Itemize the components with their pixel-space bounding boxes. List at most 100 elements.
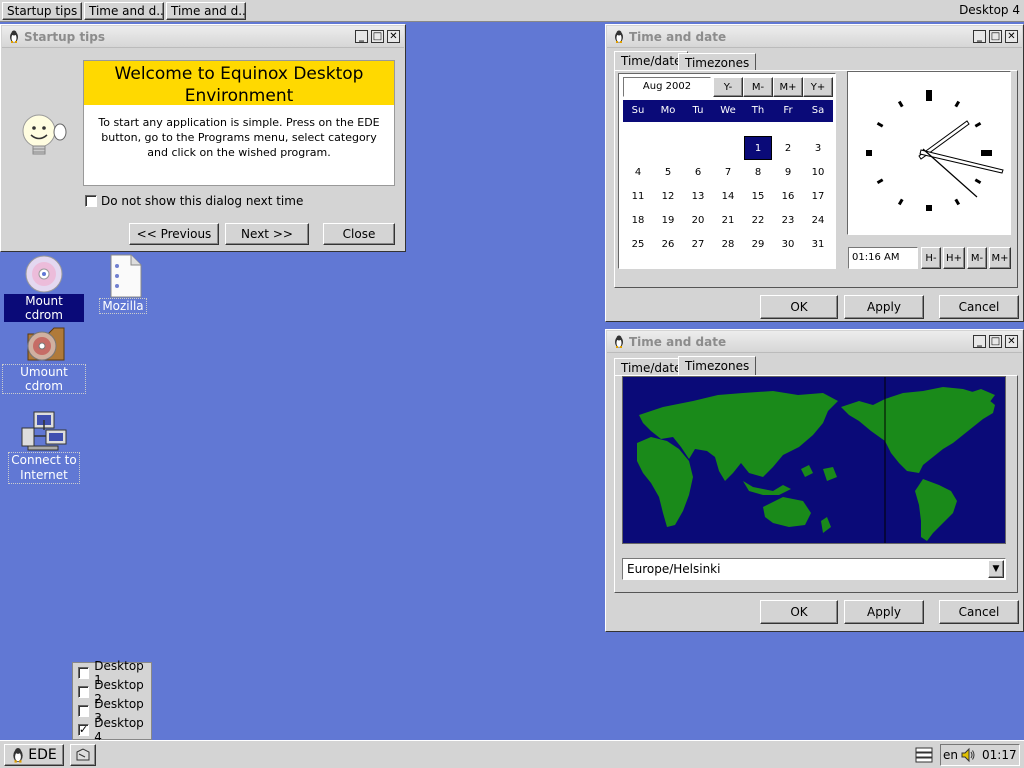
network-icon <box>21 411 67 451</box>
close-window-button[interactable]: ✕ <box>1005 335 1018 348</box>
tab-timezones[interactable]: Timezones <box>678 53 757 71</box>
pager-checkbox[interactable] <box>78 666 90 679</box>
calendar-day[interactable]: 26 <box>653 232 683 256</box>
apply-button[interactable]: Apply <box>844 295 924 319</box>
next-button[interactable]: Next >> <box>225 223 309 245</box>
welcome-heading: Welcome to Equinox Desktop Environment <box>84 61 394 106</box>
calendar-day[interactable]: 25 <box>623 232 653 256</box>
calendar-day[interactable]: 14 <box>713 184 743 208</box>
clock-face-icon <box>866 90 1004 211</box>
month-minus-button[interactable]: M- <box>743 77 773 97</box>
time-and-date-titlebar[interactable]: Time and date _ □ ✕ <box>607 331 1022 353</box>
calendar-day[interactable]: 4 <box>623 160 653 184</box>
analog-clock <box>847 71 1011 235</box>
year-minus-button[interactable]: Y- <box>713 77 743 97</box>
calendar-day[interactable]: 21 <box>713 208 743 232</box>
minimize-button[interactable]: _ <box>355 30 368 43</box>
calendar-day[interactable]: 11 <box>623 184 653 208</box>
desktop-icon-connect-to-internet[interactable]: Connect to Internet <box>2 410 86 484</box>
ede-label: EDE <box>28 747 57 763</box>
calendar-day[interactable]: 22 <box>743 208 773 232</box>
tab-timezones[interactable]: Timezones <box>678 356 757 376</box>
timezone-select[interactable]: Europe/Helsinki ▼ <box>622 558 1006 580</box>
month-plus-button[interactable]: M+ <box>773 77 803 97</box>
cancel-button[interactable]: Cancel <box>939 600 1019 624</box>
ok-button[interactable]: OK <box>760 600 838 624</box>
system-tray: en 01:17 <box>940 744 1020 766</box>
show-desktop-button[interactable] <box>70 744 96 766</box>
tray-clock[interactable]: 01:17 <box>982 748 1017 762</box>
time-and-date-window-timezones: Time and date _ □ ✕ Time/date Timezones … <box>605 329 1024 632</box>
maximize-button[interactable]: □ <box>989 30 1002 43</box>
task-time-and-date-1[interactable]: Time and d... <box>84 2 164 20</box>
calendar-day[interactable]: 23 <box>773 208 803 232</box>
startup-tips-titlebar[interactable]: Startup tips _ □ ✕ <box>2 26 404 48</box>
cancel-button[interactable]: Cancel <box>939 295 1019 319</box>
calendar-day[interactable]: 3 <box>803 136 833 160</box>
task-startup-tips[interactable]: Startup tips <box>2 2 82 20</box>
cdrom-icon <box>25 255 63 293</box>
calendar-day[interactable]: 9 <box>773 160 803 184</box>
calendar-day[interactable]: 24 <box>803 208 833 232</box>
calendar-day[interactable]: 20 <box>683 208 713 232</box>
previous-button[interactable]: << Previous <box>129 223 219 245</box>
calendar-day[interactable]: 5 <box>653 160 683 184</box>
desktop-icon-mozilla[interactable]: Mozilla <box>92 254 154 314</box>
calendar-day[interactable]: 30 <box>773 232 803 256</box>
task-time-and-date-2[interactable]: Time and d... <box>166 2 246 20</box>
label-line-2: Internet <box>20 468 68 482</box>
speaker-icon[interactable] <box>960 747 976 763</box>
calendar-day[interactable]: 1 <box>744 136 772 160</box>
calendar-day[interactable]: 6 <box>683 160 713 184</box>
calendar-day[interactable]: 13 <box>683 184 713 208</box>
month-year-field[interactable]: Aug 2002 <box>623 77 711 97</box>
pager-checkbox[interactable] <box>78 704 90 717</box>
calendar-day[interactable]: 8 <box>743 160 773 184</box>
year-plus-button[interactable]: Y+ <box>803 77 833 97</box>
hour-plus-button[interactable]: H+ <box>943 247 965 269</box>
calendar-day[interactable]: 12 <box>653 184 683 208</box>
close-window-button[interactable]: ✕ <box>387 30 400 43</box>
penguin-icon <box>615 30 623 43</box>
world-map[interactable] <box>622 376 1006 544</box>
maximize-button[interactable]: □ <box>371 30 384 43</box>
timezone-value: Europe/Helsinki <box>627 562 721 576</box>
calendar-day[interactable]: 10 <box>803 160 833 184</box>
calendar-day[interactable]: 7 <box>713 160 743 184</box>
calendar-day[interactable]: 16 <box>773 184 803 208</box>
desktop-icon-umount-cdrom[interactable]: Umount cdrom <box>2 324 86 394</box>
calendar-day[interactable]: 15 <box>743 184 773 208</box>
penguin-icon <box>10 30 18 43</box>
calendar-day[interactable]: 31 <box>803 232 833 256</box>
apply-button[interactable]: Apply <box>844 600 924 624</box>
time-and-date-titlebar[interactable]: Time and date _ □ ✕ <box>607 26 1022 48</box>
calendar-day[interactable]: 18 <box>623 208 653 232</box>
language-indicator[interactable]: en <box>943 748 958 762</box>
minimize-button[interactable]: _ <box>973 30 986 43</box>
calendar-day[interactable]: 2 <box>773 136 803 160</box>
minute-minus-button[interactable]: M- <box>967 247 987 269</box>
time-field[interactable]: 01:16 AM <box>848 247 918 269</box>
calendar-day[interactable]: 29 <box>743 232 773 256</box>
close-window-button[interactable]: ✕ <box>1005 30 1018 43</box>
pager-checkbox[interactable] <box>78 685 90 698</box>
ede-menu-button[interactable]: EDE <box>4 744 64 766</box>
minimize-button[interactable]: _ <box>973 335 986 348</box>
welcome-panel: Welcome to Equinox Desktop Environment T… <box>83 60 395 186</box>
calendar-day[interactable]: 28 <box>713 232 743 256</box>
desktop-icon-mount-cdrom[interactable]: Mount cdrom <box>4 254 84 322</box>
desktop-icon-label: Mount cdrom <box>4 294 84 322</box>
hour-minus-button[interactable]: H- <box>921 247 941 269</box>
calendar-day[interactable]: 17 <box>803 184 833 208</box>
do-not-show-checkbox[interactable] <box>85 195 97 207</box>
maximize-button[interactable]: □ <box>989 335 1002 348</box>
pager-checkbox[interactable]: ✓ <box>78 723 90 736</box>
ok-button[interactable]: OK <box>760 295 838 319</box>
close-button[interactable]: Close <box>323 223 395 245</box>
minute-plus-button[interactable]: M+ <box>989 247 1011 269</box>
pager-desktop-4[interactable]: ✓ Desktop 4 <box>73 716 151 744</box>
chevron-down-icon[interactable]: ▼ <box>988 560 1004 578</box>
calendar-day[interactable]: 27 <box>683 232 713 256</box>
workspace-manager-icon[interactable] <box>912 744 936 766</box>
calendar-day[interactable]: 19 <box>653 208 683 232</box>
